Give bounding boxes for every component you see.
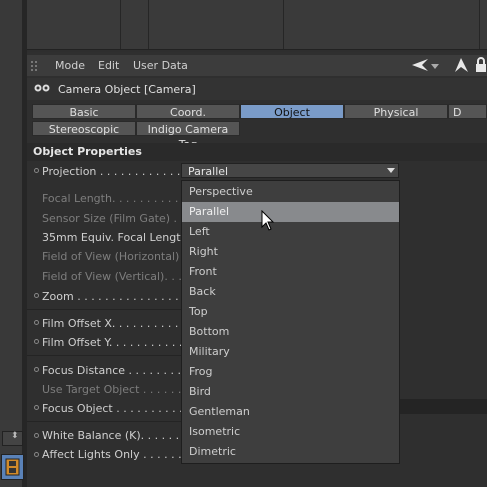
- tab-indigo-camera-tag[interactable]: Indigo Camera Tag: [136, 121, 240, 151]
- use-target-object-label: Use Target Object . . . . . . . . .: [42, 383, 203, 396]
- menu-edit[interactable]: Edit: [98, 59, 119, 72]
- film-render-button[interactable]: [1, 454, 24, 480]
- option-front[interactable]: Front: [182, 262, 399, 282]
- projection-dropdown[interactable]: Parallel: [181, 163, 399, 178]
- lock-icon[interactable]: [474, 57, 487, 73]
- option-dimetric[interactable]: Dimetric: [182, 442, 399, 462]
- tab-coord[interactable]: Coord.: [136, 104, 240, 119]
- projection-label: Projection . . . . . . . . . . . . . .: [42, 165, 195, 178]
- equiv-focal-length-label: 35mm Equiv. Focal Length:: [42, 231, 192, 244]
- viewport-divider: [148, 0, 149, 49]
- viewport-divider: [283, 0, 284, 49]
- option-parallel[interactable]: Parallel: [182, 202, 399, 222]
- animation-dot[interactable]: [34, 433, 39, 438]
- section-header: Object Properties: [27, 143, 487, 161]
- focus-distance-label: Focus Distance . . . . . . . . . . .: [42, 364, 202, 377]
- zoom-label: Zoom . . . . . . . . . . . . . . . . . .: [42, 290, 200, 303]
- affect-lights-only-label: Affect Lights Only . . . . . . . . .: [42, 448, 203, 461]
- option-frog[interactable]: Frog: [182, 362, 399, 382]
- divider: [27, 355, 181, 356]
- viewport-left-panel: [0, 0, 23, 420]
- option-back[interactable]: Back: [182, 282, 399, 302]
- viewport-divider: [479, 0, 480, 49]
- option-bottom[interactable]: Bottom: [182, 322, 399, 342]
- fov-vertical-label: Field of View (Vertical). . . . .: [42, 270, 196, 283]
- divider: [27, 421, 181, 422]
- fov-horizontal-label: Field of View (Horizontal) . . .: [42, 250, 201, 263]
- animation-dot[interactable]: [34, 452, 39, 457]
- option-left[interactable]: Left: [182, 222, 399, 242]
- option-isometric[interactable]: Isometric: [182, 422, 399, 442]
- menu-user-data[interactable]: User Data: [133, 59, 188, 72]
- grip-icon: [30, 59, 40, 71]
- tab-details[interactable]: D: [448, 104, 487, 119]
- tab-physical[interactable]: Physical: [344, 104, 448, 119]
- menu-mode[interactable]: Mode: [55, 59, 85, 72]
- tab-basic[interactable]: Basic: [32, 104, 136, 119]
- history-down-icon[interactable]: [429, 58, 441, 73]
- viewport-divider: [120, 0, 121, 49]
- focus-object-label: Focus Object . . . . . . . . . . . . .: [42, 402, 204, 415]
- left-bottom-strip: ⬍: [0, 420, 24, 487]
- animation-dot[interactable]: [34, 367, 39, 372]
- mouse-cursor-icon: [261, 210, 275, 231]
- chevron-down-icon: [387, 168, 395, 173]
- projection-value: Parallel: [188, 165, 229, 178]
- option-gentleman[interactable]: Gentleman: [182, 402, 399, 422]
- film-offset-y-label: Film Offset Y. . . . . . . . . . . . .: [42, 336, 197, 349]
- option-bird[interactable]: Bird: [182, 382, 399, 402]
- object-title: Camera Object [Camera]: [58, 83, 196, 96]
- sensor-size-label: Sensor Size (Film Gate) . . . .: [42, 212, 199, 225]
- camera-icon: [34, 84, 50, 92]
- spinner-arrows-icon: ⬍: [11, 431, 19, 441]
- animation-dot[interactable]: [34, 405, 39, 410]
- tab-object[interactable]: Object: [240, 104, 344, 119]
- viewport-top-panel: [27, 0, 487, 50]
- section-title: Object Properties: [33, 145, 142, 158]
- object-header: Camera Object [Camera]: [27, 78, 487, 100]
- focus-object-link-field[interactable]: [400, 399, 487, 414]
- film-offset-x-label: Film Offset X. . . . . . . . . . . . .: [42, 317, 200, 330]
- animation-dot[interactable]: [34, 339, 39, 344]
- projection-options-menu: Perspective Parallel Left Right Front Ba…: [181, 180, 400, 464]
- focal-length-label: Focal Length. . . . . . . . . . . . .: [42, 192, 200, 205]
- animation-dot[interactable]: [34, 168, 39, 173]
- up-arrow-icon[interactable]: [454, 57, 469, 73]
- white-balance-label: White Balance (K). . . . . . . . .: [42, 429, 201, 442]
- film-strip-icon: [5, 458, 20, 476]
- animation-dot[interactable]: [34, 293, 39, 298]
- option-right[interactable]: Right: [182, 242, 399, 262]
- attribute-menubar: Mode Edit User Data: [27, 55, 487, 76]
- tab-stereoscopic[interactable]: Stereoscopic: [32, 121, 136, 136]
- divider: [27, 309, 181, 310]
- option-top[interactable]: Top: [182, 302, 399, 322]
- option-military[interactable]: Military: [182, 342, 399, 362]
- spinner-field[interactable]: ⬍: [2, 431, 23, 446]
- back-arrow-icon[interactable]: [411, 58, 429, 73]
- option-perspective[interactable]: Perspective: [182, 182, 399, 202]
- animation-dot[interactable]: [34, 320, 39, 325]
